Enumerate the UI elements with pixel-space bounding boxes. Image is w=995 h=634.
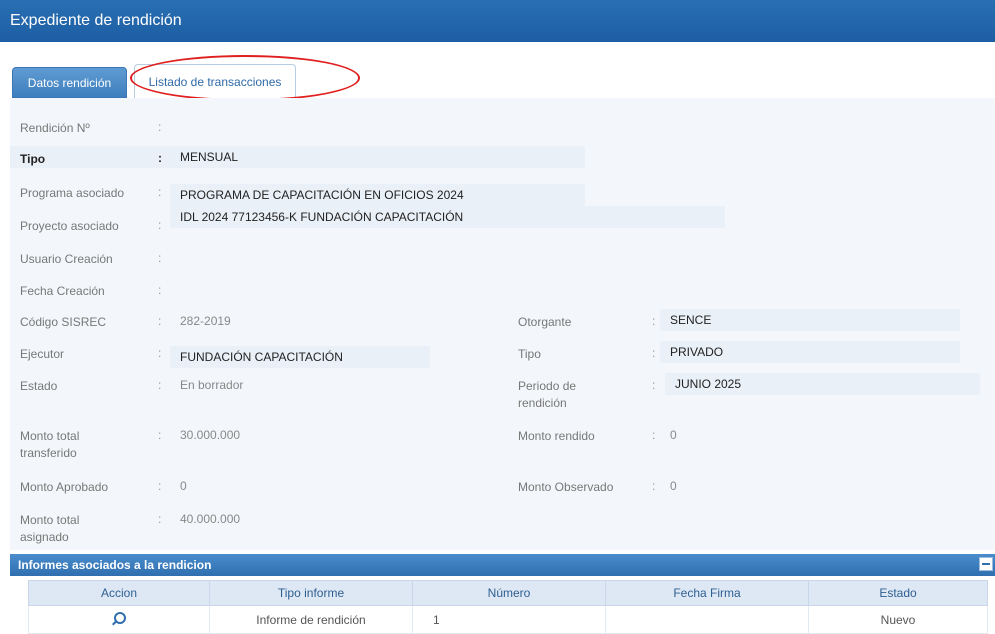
codigo-sisrec-label: Código SISREC bbox=[20, 315, 107, 329]
monto-asignado-value: 40.000.000 bbox=[180, 512, 241, 526]
tipo-value: MENSUAL bbox=[180, 150, 239, 164]
numero-cell: 1 bbox=[412, 605, 606, 634]
column-header-numero[interactable]: Número bbox=[412, 580, 606, 606]
accion-cell bbox=[28, 605, 210, 634]
separator: : bbox=[158, 428, 162, 442]
monto-aprobado-value: 0 bbox=[180, 479, 187, 493]
tipo-otorgante-label: Tipo bbox=[518, 347, 541, 361]
monto-asignado-label-1: Monto total bbox=[20, 513, 80, 527]
ejecutor-value: FUNDACIÓN CAPACITACIÓN bbox=[170, 346, 430, 368]
informes-grid-title: Informes asociados a la rendicion bbox=[18, 558, 212, 572]
tipo-informe-cell: Informe de rendición bbox=[209, 605, 413, 634]
separator: : bbox=[158, 378, 162, 392]
table-row: Informe de rendición 1 Nuevo bbox=[28, 605, 988, 634]
separator: : bbox=[158, 479, 162, 493]
estado-label: Estado bbox=[20, 379, 58, 393]
separator: : bbox=[158, 283, 162, 297]
column-header-estado[interactable]: Estado bbox=[808, 580, 988, 606]
column-header-fecha-firma[interactable]: Fecha Firma bbox=[605, 580, 809, 606]
monto-observado-label: Monto Observado bbox=[518, 480, 614, 494]
separator: : bbox=[158, 185, 162, 199]
monto-observado-value: 0 bbox=[670, 479, 677, 493]
separator: : bbox=[158, 218, 162, 232]
separator: : bbox=[158, 151, 162, 165]
usuario-creacion-label: Usuario Creación bbox=[20, 252, 113, 266]
estado-value: En borrador bbox=[180, 378, 244, 392]
separator: : bbox=[158, 314, 162, 328]
collapse-icon[interactable] bbox=[979, 557, 993, 571]
programa-value: PROGRAMA DE CAPACITACIÓN EN OFICIOS 2024 bbox=[170, 184, 585, 206]
tipo-otorgante-value: PRIVADO bbox=[660, 341, 960, 363]
column-header-tipo-informe[interactable]: Tipo informe bbox=[209, 580, 413, 606]
monto-asignado-label-2: asignado bbox=[20, 530, 69, 544]
fecha-creacion-label: Fecha Creación bbox=[20, 284, 105, 298]
separator: : bbox=[158, 512, 162, 526]
periodo-label-1: Periodo de bbox=[518, 379, 577, 393]
separator: : bbox=[652, 479, 656, 493]
codigo-sisrec-value: 282-2019 bbox=[180, 314, 231, 328]
periodo-value: JUNIO 2025 bbox=[665, 373, 980, 395]
programa-label: Programa asociado bbox=[20, 186, 125, 200]
annotation-highlight-ellipse bbox=[130, 55, 360, 101]
window-title: Expediente de rendición bbox=[0, 0, 995, 42]
monto-transferido-value: 30.000.000 bbox=[180, 428, 241, 442]
monto-rendido-value: 0 bbox=[670, 428, 677, 442]
monto-aprobado-label: Monto Aprobado bbox=[20, 480, 109, 494]
separator: : bbox=[158, 120, 162, 134]
tipo-label: Tipo bbox=[20, 152, 46, 166]
separator: : bbox=[652, 378, 656, 392]
proyecto-label: Proyecto asociado bbox=[20, 219, 119, 233]
otorgante-label: Otorgante bbox=[518, 315, 572, 329]
informes-grid-header: Informes asociados a la rendicion bbox=[10, 554, 995, 576]
monto-transferido-label-2: transferido bbox=[20, 446, 77, 460]
monto-rendido-label: Monto rendido bbox=[518, 429, 595, 443]
proyecto-value: IDL 2024 77123456-K FUNDACIÓN CAPACITACI… bbox=[170, 206, 725, 228]
separator: : bbox=[158, 251, 162, 265]
monto-transferido-label-1: Monto total bbox=[20, 429, 80, 443]
informes-table: Accion Tipo informe Número Fecha Firma E… bbox=[28, 580, 988, 634]
ejecutor-label: Ejecutor bbox=[20, 347, 65, 361]
table-header-row: Accion Tipo informe Número Fecha Firma E… bbox=[28, 580, 988, 606]
periodo-label-2: rendición bbox=[518, 396, 567, 410]
rendicion-no-label: Rendición Nº bbox=[20, 121, 90, 135]
separator: : bbox=[652, 346, 656, 360]
otorgante-value: SENCE bbox=[660, 309, 960, 331]
fecha-firma-cell bbox=[605, 605, 809, 634]
tab-datos-rendicion[interactable]: Datos rendición bbox=[12, 67, 127, 98]
separator: : bbox=[652, 428, 656, 442]
search-icon[interactable] bbox=[114, 612, 126, 624]
separator: : bbox=[652, 314, 656, 328]
column-header-accion[interactable]: Accion bbox=[28, 580, 210, 606]
separator: : bbox=[158, 346, 162, 360]
estado-cell: Nuevo bbox=[808, 605, 988, 634]
